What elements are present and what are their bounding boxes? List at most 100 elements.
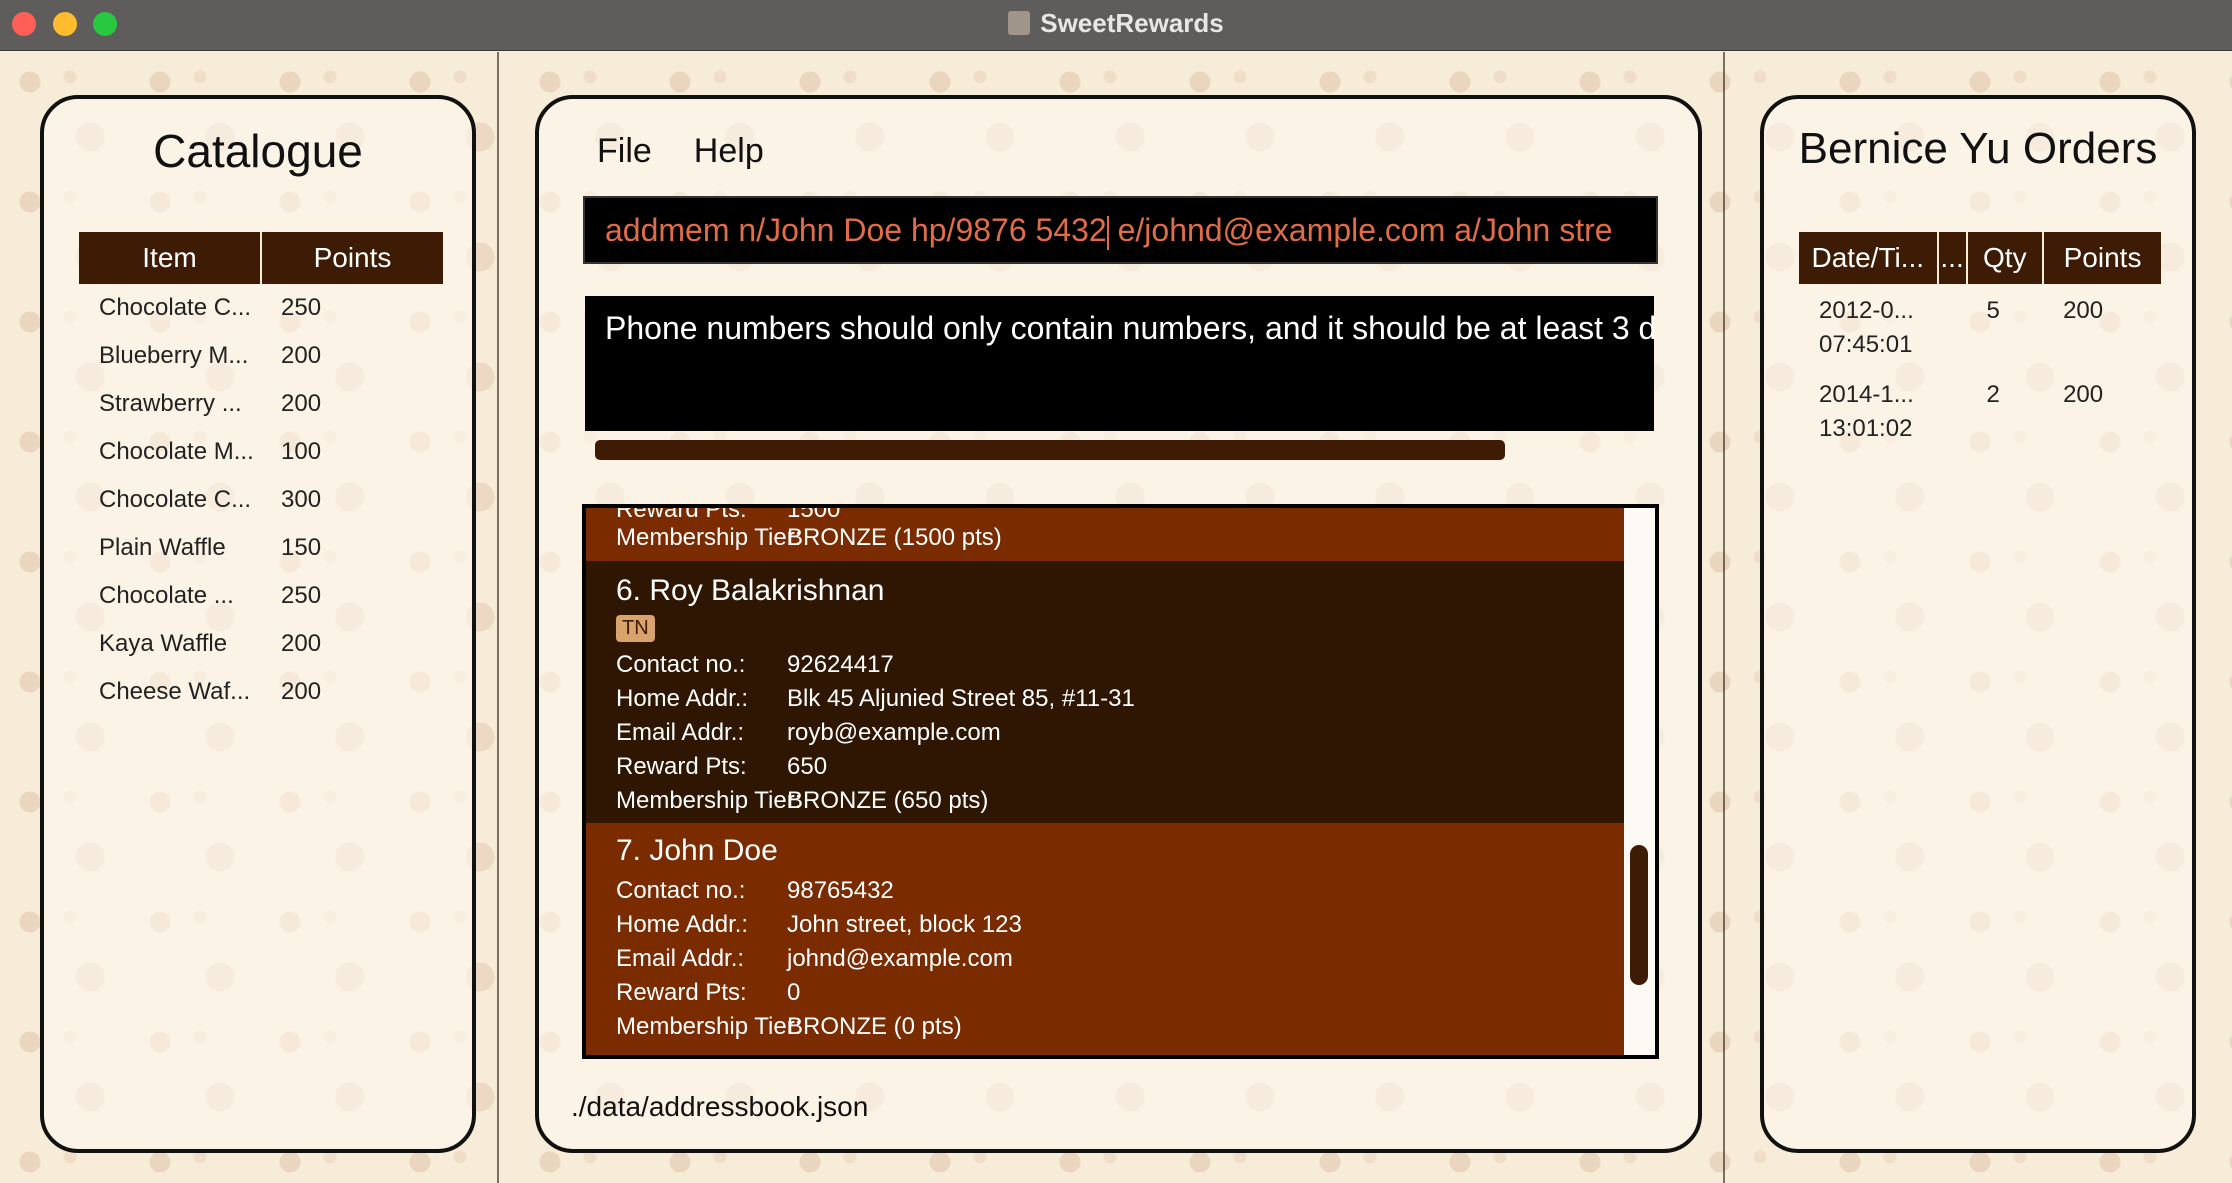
table-row[interactable]: Kaya Waffle 200	[79, 620, 443, 668]
reward-row: Reward Pts: 1500	[616, 504, 840, 524]
command-text-before-caret: addmem n/John Doe hp/9876 5432	[605, 212, 1107, 248]
item-points: 200	[281, 630, 322, 657]
item-points: 200	[281, 678, 322, 705]
order-collapsed-cell	[1938, 368, 1967, 452]
column-header-points[interactable]: Points	[261, 232, 443, 284]
address-label: Home Addr.:	[616, 685, 749, 712]
vertical-scrollbar[interactable]	[1624, 508, 1655, 1055]
email-label: Email Addr.:	[616, 719, 745, 746]
left-divider[interactable]	[497, 52, 499, 1183]
item-name: Kaya Waffle	[99, 630, 228, 657]
item-points: 200	[281, 342, 322, 369]
table-row[interactable]: Strawberry ... 200	[79, 380, 443, 428]
member-card[interactable]: 6. Roy Balakrishnan TN Contact no.: 92624…	[586, 561, 1624, 823]
member-list[interactable]: Reward Pts: 1500 Membership Tier:BRONZE (…	[582, 504, 1659, 1059]
order-time: 13:01:02	[1819, 415, 1913, 442]
result-message: Phone numbers should only contain number…	[605, 310, 1654, 346]
column-header-collapsed[interactable]: ...	[1937, 232, 1968, 284]
right-divider[interactable]	[1723, 52, 1725, 1183]
member-card[interactable]: 7. John Doe Contact no.: 98765432 Home Ad…	[586, 823, 1624, 1055]
item-points: 250	[281, 294, 322, 321]
orders-panel: Bernice Yu Orders Date/Ti... ... Qty Poi…	[1760, 95, 2196, 1153]
item-name: Chocolate C...	[99, 486, 252, 513]
column-header-qty[interactable]: Qty	[1966, 232, 2045, 284]
reward-label: Reward Pts:	[616, 979, 747, 1006]
email-label: Email Addr.:	[616, 945, 745, 972]
contact-value: 98765432	[787, 877, 894, 904]
email-value: royb@example.com	[787, 719, 1001, 746]
menu-help[interactable]: Help	[694, 132, 764, 170]
catalogue-panel: Catalogue Item Points Chocolate C... 250 …	[40, 95, 476, 1153]
command-input[interactable]: addmem n/John Doe hp/9876 5432 e/johnd@e…	[583, 196, 1658, 264]
address-value: John street, block 123	[787, 911, 1022, 938]
window-titlebar: SweetRewards	[0, 0, 2232, 51]
email-value: johnd@example.com	[787, 945, 1013, 972]
column-header-item[interactable]: Item	[79, 232, 262, 284]
item-points: 250	[281, 582, 322, 609]
item-name: Chocolate ...	[99, 582, 234, 609]
tier-row: Membership Tier:BRONZE (1500 pts)	[616, 524, 1002, 552]
item-name: Strawberry ...	[99, 390, 242, 417]
tier-label: Membership Tier:	[616, 1013, 802, 1040]
window-title: SweetRewards	[0, 8, 2232, 39]
table-row[interactable]: 2012-0... 07:45:01 5 200	[1799, 284, 2161, 368]
window-title-text: SweetRewards	[1040, 8, 1224, 38]
catalogue-title: Catalogue	[153, 125, 363, 177]
order-datetime: 2012-0... 07:45:01	[1799, 284, 1938, 368]
order-points: 200	[2063, 381, 2104, 408]
contact-value: 92624417	[787, 651, 894, 678]
email-row: Email Addr.: royb@example.com	[616, 719, 1001, 747]
column-header-points[interactable]: Points	[2043, 232, 2161, 284]
menu-file[interactable]: File	[597, 132, 652, 170]
menu-bar: File Help	[597, 132, 806, 171]
contact-label: Contact no.:	[616, 651, 746, 678]
order-time: 07:45:01	[1819, 331, 1913, 358]
item-name: Blueberry M...	[99, 342, 249, 369]
item-points: 150	[281, 534, 322, 561]
tier-row: Membership Tier:BRONZE (0 pts)	[616, 1013, 962, 1041]
email-row: Email Addr.: johnd@example.com	[616, 945, 1013, 973]
scrollbar-thumb[interactable]	[1630, 845, 1648, 985]
table-row[interactable]: Chocolate C... 300	[79, 476, 443, 524]
order-qty: 5	[1986, 297, 2000, 324]
table-row[interactable]: Chocolate ... 250	[79, 572, 443, 620]
orders-table: Date/Ti... ... Qty Points 2012-0... 07:45…	[1799, 232, 2161, 452]
table-row[interactable]: Cheese Waf... 200	[79, 668, 443, 716]
order-collapsed-cell	[1938, 284, 1967, 368]
order-points: 200	[2063, 297, 2104, 324]
item-name: Chocolate C...	[99, 294, 252, 321]
table-row[interactable]: Plain Waffle 150	[79, 524, 443, 572]
main-panel: File Help addmem n/John Doe hp/9876 5432 …	[535, 95, 1702, 1153]
table-row[interactable]: 2014-1... 13:01:02 2 200	[1799, 368, 2161, 452]
horizontal-scrollbar[interactable]	[595, 440, 1505, 460]
member-tag: TN	[616, 615, 655, 642]
order-qty: 2	[1986, 381, 2000, 408]
order-date: 2014-1...	[1819, 381, 1914, 408]
member-card[interactable]: Reward Pts: 1500 Membership Tier:BRONZE (…	[586, 504, 1624, 561]
result-display[interactable]: Phone numbers should only contain number…	[585, 296, 1654, 431]
column-header-date[interactable]: Date/Ti...	[1799, 232, 1939, 284]
tier-label: Membership Tier:	[616, 787, 802, 814]
table-row[interactable]: Chocolate M... 100	[79, 428, 443, 476]
contact-row: Contact no.: 98765432	[616, 877, 894, 905]
contact-row: Contact no.: 92624417	[616, 651, 894, 679]
tier-row: Membership Tier:BRONZE (650 pts)	[616, 787, 988, 815]
address-label: Home Addr.:	[616, 911, 749, 938]
reward-value: 650	[787, 753, 828, 780]
address-value: Blk 45 Aljunied Street 85, #11-31	[787, 685, 1135, 712]
member-name: 7. John Doe	[616, 834, 778, 867]
tier-value: BRONZE (650 pts)	[787, 787, 989, 814]
tier-value: BRONZE (0 pts)	[787, 1013, 962, 1040]
item-points: 100	[281, 438, 322, 465]
reward-label: Reward Pts:	[616, 504, 747, 523]
catalogue-table: Item Points Chocolate C... 250 Blueberry …	[79, 232, 443, 716]
item-points: 300	[281, 486, 322, 513]
reward-label: Reward Pts:	[616, 753, 747, 780]
address-row: Home Addr.: Blk 45 Aljunied Street 85, #1…	[616, 685, 1135, 713]
table-row[interactable]: Chocolate C... 250	[79, 284, 443, 332]
reward-row: Reward Pts: 0	[616, 979, 800, 1007]
table-row[interactable]: Blueberry M... 200	[79, 332, 443, 380]
order-date: 2012-0...	[1819, 297, 1914, 324]
member-name: 6. Roy Balakrishnan	[616, 574, 885, 607]
item-name: Cheese Waf...	[99, 678, 251, 705]
